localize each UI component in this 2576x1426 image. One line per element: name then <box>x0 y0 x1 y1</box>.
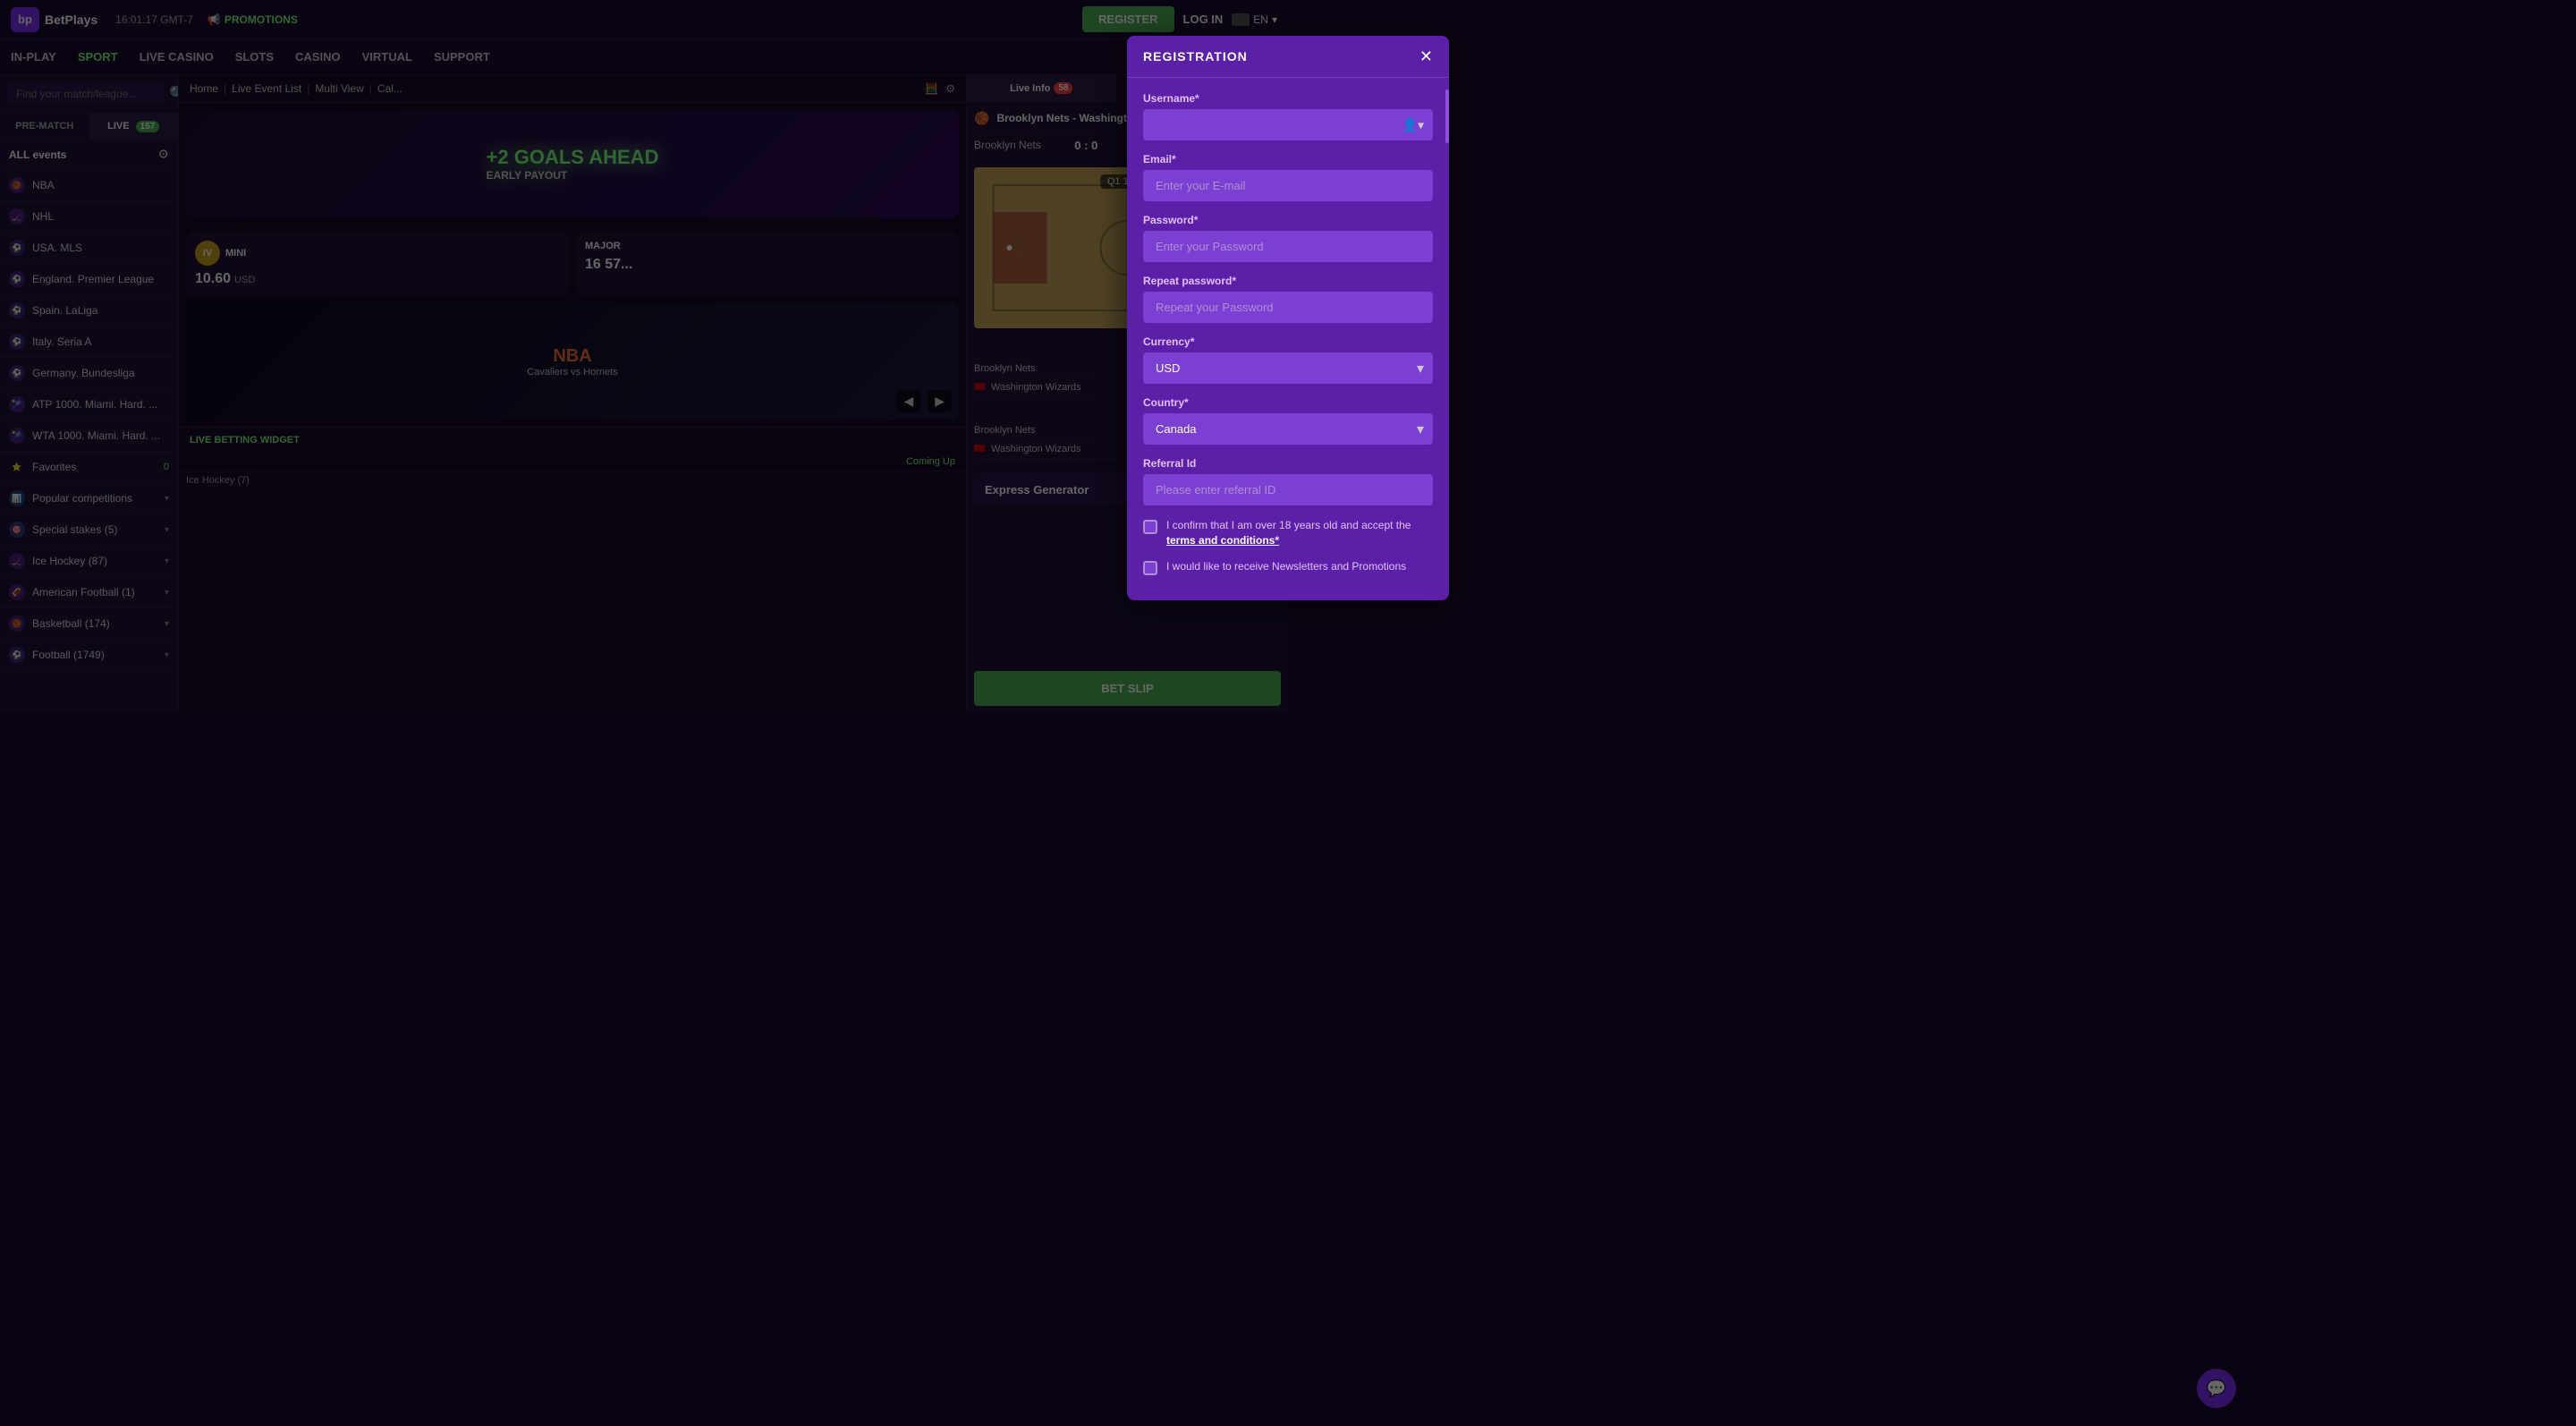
registration-modal: REGISTRATION ✕ Username* 👤▾ Email* Passw… <box>1127 36 1449 600</box>
repeat-password-input[interactable] <box>1143 292 1433 323</box>
password-group: Password* <box>1143 214 1433 262</box>
email-input[interactable] <box>1143 170 1433 201</box>
referral-label: Referral Id <box>1143 457 1433 470</box>
terms-checkbox[interactable] <box>1143 520 1157 534</box>
scrollbar[interactable] <box>1445 89 1449 143</box>
username-input[interactable] <box>1143 109 1433 140</box>
currency-select[interactable]: USD EUR GBP CAD <box>1143 352 1433 384</box>
terms-checkbox-row: I confirm that I am over 18 years old an… <box>1143 518 1433 548</box>
password-input[interactable] <box>1143 231 1433 262</box>
modal-body: Username* 👤▾ Email* Password* Repeat pas… <box>1127 78 1449 600</box>
country-label: Country* <box>1143 396 1433 409</box>
username-label: Username* <box>1143 92 1433 105</box>
modal-header: REGISTRATION ✕ <box>1127 36 1449 78</box>
username-group: Username* 👤▾ <box>1143 92 1433 140</box>
repeat-password-group: Repeat password* <box>1143 275 1433 323</box>
terms-label: I confirm that I am over 18 years old an… <box>1166 518 1433 548</box>
repeat-password-label: Repeat password* <box>1143 275 1433 287</box>
referral-group: Referral Id <box>1143 457 1433 505</box>
newsletter-checkbox[interactable] <box>1143 561 1157 575</box>
modal-close-button[interactable]: ✕ <box>1419 48 1433 64</box>
currency-group: Currency* USD EUR GBP CAD ▾ <box>1143 335 1433 384</box>
referral-input[interactable] <box>1143 474 1433 505</box>
user-icon: 👤▾ <box>1402 117 1424 132</box>
country-group: Country* Canada United States United Kin… <box>1143 396 1433 445</box>
modal-title: REGISTRATION <box>1143 49 1248 64</box>
country-select[interactable]: Canada United States United Kingdom Aust… <box>1143 413 1433 445</box>
newsletter-checkbox-row: I would like to receive Newsletters and … <box>1143 559 1433 575</box>
currency-label: Currency* <box>1143 335 1433 348</box>
email-label: Email* <box>1143 153 1433 166</box>
password-label: Password* <box>1143 214 1433 226</box>
newsletter-label: I would like to receive Newsletters and … <box>1166 559 1406 574</box>
modal-overlay: REGISTRATION ✕ Username* 👤▾ Email* Passw… <box>0 0 2576 1426</box>
email-group: Email* <box>1143 153 1433 201</box>
